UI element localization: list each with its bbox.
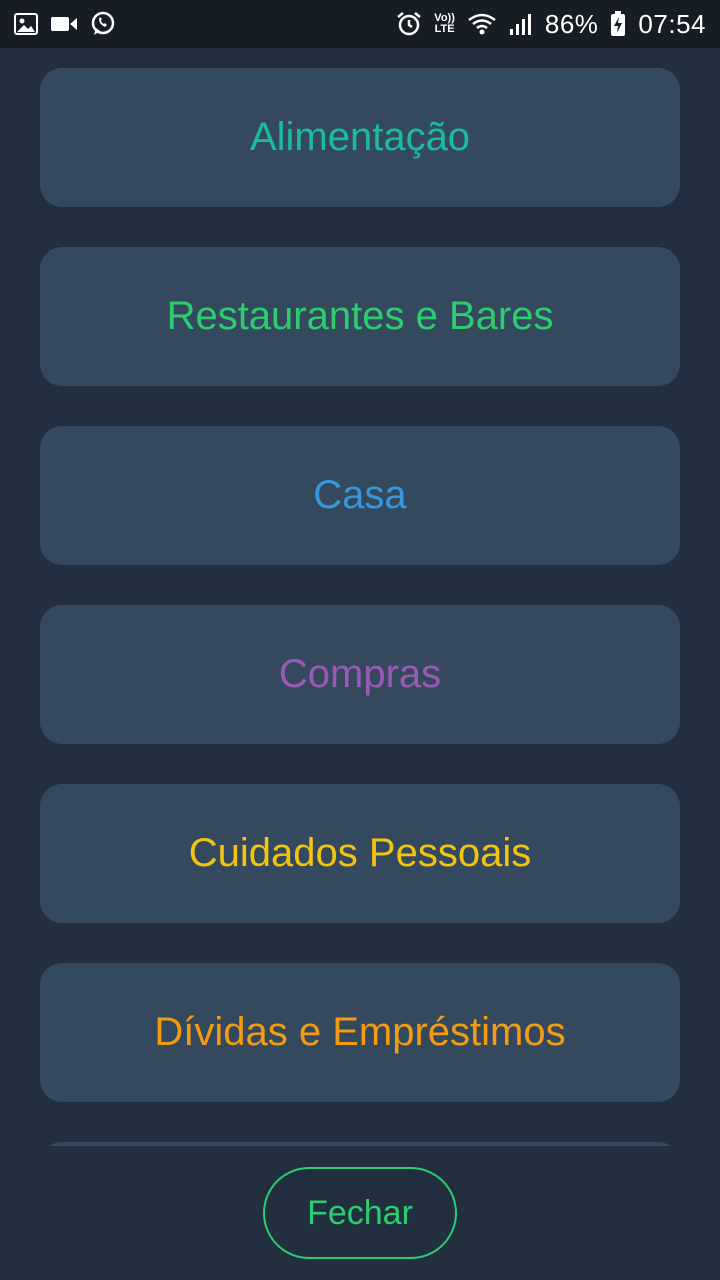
- category-label: Dívidas e Empréstimos: [154, 1010, 566, 1054]
- category-button-restaurantes-e-bares[interactable]: Restaurantes e Bares: [40, 247, 680, 386]
- category-button-casa[interactable]: Casa: [40, 426, 680, 565]
- volte-bottom-label: LTE: [434, 23, 455, 35]
- whatsapp-icon: [90, 11, 116, 37]
- footer: Fechar: [0, 1146, 720, 1280]
- category-button-alimentacao[interactable]: Alimentação: [40, 68, 680, 207]
- wifi-icon: [467, 12, 497, 36]
- video-camera-icon: [50, 15, 78, 33]
- category-label: Restaurantes e Bares: [166, 294, 554, 338]
- category-label: Casa: [313, 473, 407, 517]
- volte-icon: Vo)) LTE: [434, 13, 455, 35]
- category-label: Cuidados Pessoais: [188, 831, 532, 875]
- alarm-icon: [396, 11, 422, 37]
- category-button-compras[interactable]: Compras: [40, 605, 680, 744]
- status-bar-right: Vo)) LTE 86% 07:54: [396, 9, 706, 40]
- battery-charging-icon: [610, 11, 626, 37]
- category-button-dividas-e-emprestimos[interactable]: Dívidas e Empréstimos: [40, 963, 680, 1102]
- category-list: Alimentação Restaurantes e Bares Casa Co…: [40, 68, 680, 1146]
- category-list-container[interactable]: Alimentação Restaurantes e Bares Casa Co…: [0, 48, 720, 1146]
- battery-percent: 86%: [544, 8, 599, 39]
- close-button[interactable]: Fechar: [263, 1167, 457, 1259]
- status-bar-left: [14, 11, 116, 37]
- category-button-cuidados-pessoais[interactable]: Cuidados Pessoais: [40, 784, 680, 923]
- category-label: Alimentação: [249, 115, 471, 159]
- category-label: Compras: [278, 652, 442, 696]
- image-icon: [14, 13, 38, 35]
- status-bar: Vo)) LTE 86% 07:54: [0, 0, 720, 48]
- clock: 07:54: [638, 8, 706, 39]
- signal-icon: [509, 12, 533, 36]
